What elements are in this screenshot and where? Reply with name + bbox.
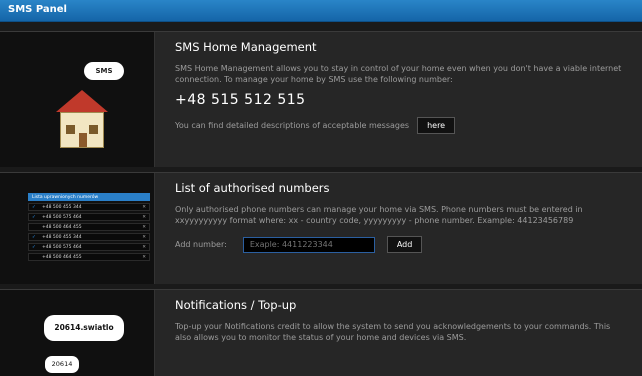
sms-phone-number: +48 515 512 515	[175, 92, 306, 108]
section-home-management: SMS SMS Home Management SMS Home Managem…	[0, 31, 642, 167]
notifications-content: Notifications / Top-up Top-up your Notif…	[175, 298, 628, 343]
close-icon: ✕	[142, 244, 146, 250]
check-icon: ✓	[32, 214, 36, 220]
house-icon: SMS	[50, 62, 124, 152]
close-icon: ✕	[142, 254, 146, 260]
notifications-illustration-panel: 20614.swiatlo 20614	[0, 290, 155, 376]
mini-list-row: +48 500 464 455 ✕	[28, 223, 150, 231]
add-number-label: Add number:	[175, 240, 227, 249]
close-icon: ✕	[142, 214, 146, 220]
mini-list-rows: ✓ +48 500 455 344 ✕ ✓ +48 500 575 464 ✕ +48 50…	[28, 203, 150, 261]
notifications-heading: Notifications / Top-up	[175, 298, 297, 312]
house-window-right	[89, 125, 98, 134]
authorised-illustration-panel: Lista uprawnionych numerów ✓ +48 500 455 …	[0, 173, 155, 284]
mini-list-row: ✓ +48 500 575 464 ✕	[28, 213, 150, 221]
here-button[interactable]: here	[417, 117, 456, 134]
mini-list-row: ✓ +48 500 455 344 ✕	[28, 233, 150, 241]
authorised-content: List of authorised numbers Only authoris…	[175, 181, 628, 253]
mini-list-number: +48 500 455 344	[42, 204, 82, 210]
check-icon: ✓	[32, 244, 36, 250]
check-icon: ✓	[32, 204, 36, 210]
window-title: SMS Panel	[8, 4, 67, 15]
home-illustration-panel: SMS	[0, 32, 155, 167]
notifications-description: Top-up your Notifications credit to allo…	[175, 322, 611, 342]
window-titlebar: SMS Panel	[0, 0, 642, 22]
close-icon: ✕	[142, 204, 146, 210]
section-notifications: 20614.swiatlo 20614 Notifications / Top-…	[0, 289, 642, 376]
mini-list-number: +48 500 464 455	[42, 224, 82, 230]
sms-bubble-small: 20614	[45, 356, 79, 373]
authorised-description: Only authorised phone numbers can manage…	[175, 205, 583, 225]
add-number-button[interactable]: Add	[386, 236, 423, 253]
details-row: You can find detailed descriptions of ac…	[175, 117, 628, 134]
mini-list-row: +48 500 464 455 ✕	[28, 253, 150, 261]
mini-list-number: +48 500 575 464	[42, 214, 82, 220]
section-authorised-numbers: Lista uprawnionych numerów ✓ +48 500 455 …	[0, 172, 642, 284]
sms-bubble: SMS	[84, 62, 124, 80]
sms-bubble-large: 20614.swiatlo	[44, 315, 124, 341]
mini-list-row: ✓ +48 500 455 344 ✕	[28, 203, 150, 211]
home-content: SMS Home Management SMS Home Management …	[175, 40, 628, 134]
details-text: You can find detailed descriptions of ac…	[175, 121, 410, 130]
add-number-row: Add number: Add	[175, 236, 628, 253]
check-icon: ✓	[32, 234, 36, 240]
mini-list-row: ✓ +48 500 575 464 ✕	[28, 243, 150, 251]
authorised-heading: List of authorised numbers	[175, 181, 330, 195]
close-icon: ✕	[142, 224, 146, 230]
authorised-list-illustration: Lista uprawnionych numerów ✓ +48 500 455 …	[28, 193, 150, 261]
close-icon: ✕	[142, 234, 146, 240]
home-heading: SMS Home Management	[175, 40, 317, 54]
mini-list-number: +48 500 464 455	[42, 254, 82, 260]
mini-list-header: Lista uprawnionych numerów	[28, 193, 150, 201]
mini-list-number: +48 500 575 464	[42, 244, 82, 250]
mini-list-number: +48 500 455 344	[42, 234, 82, 240]
phone-number-input[interactable]	[242, 236, 375, 253]
house-body	[60, 112, 104, 148]
house-door	[79, 133, 87, 147]
house-window-left	[66, 125, 75, 134]
home-description: SMS Home Management allows you to stay i…	[175, 64, 622, 84]
house-roof	[56, 90, 108, 112]
